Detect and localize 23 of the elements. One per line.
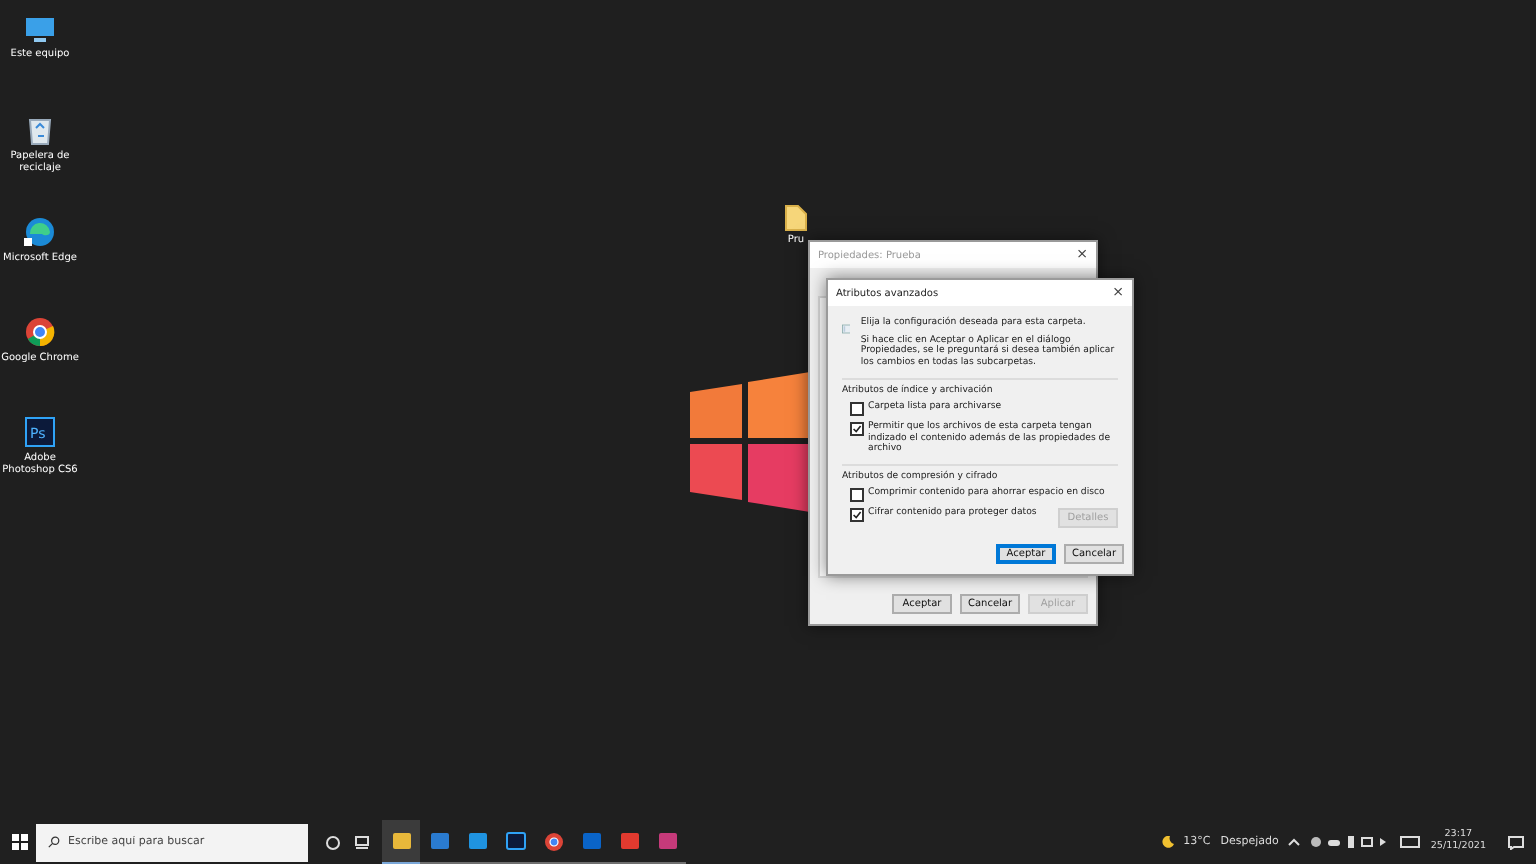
app-icon <box>619 832 639 850</box>
checkbox[interactable] <box>850 508 864 523</box>
windows-logo-drawing <box>690 372 810 512</box>
edge-icon[interactable] <box>24 216 56 248</box>
photoshop-icon <box>505 832 525 850</box>
chrome-icon[interactable] <box>24 316 56 348</box>
checkbox[interactable] <box>850 401 864 416</box>
circle-icon[interactable] <box>326 835 340 849</box>
task-view-icon[interactable] <box>354 835 370 849</box>
tray-icons-drawing[interactable] <box>1310 836 1391 848</box>
start-icon[interactable] <box>12 834 28 850</box>
checkbox[interactable] <box>850 488 864 503</box>
checkbox[interactable] <box>850 421 864 436</box>
chrome-icon <box>543 831 563 851</box>
notification-icon[interactable] <box>1508 835 1524 849</box>
folder-settings-icon <box>842 318 851 340</box>
moon-icon <box>1161 836 1174 848</box>
taskbar-app[interactable] <box>382 820 420 864</box>
computer-icon[interactable] <box>24 16 56 44</box>
chevron-up-icon[interactable] <box>1288 838 1301 846</box>
search-icon <box>48 836 60 848</box>
recycle-bin-icon[interactable] <box>28 116 52 146</box>
keyboard-icon[interactable] <box>1400 836 1421 848</box>
